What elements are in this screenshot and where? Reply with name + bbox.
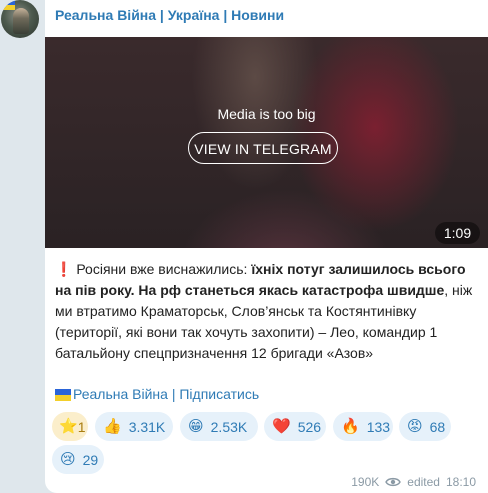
ukraine-flag-icon — [55, 389, 71, 401]
reaction-grin[interactable]: 😁 2.53K — [180, 412, 258, 441]
message-time: 18:10 — [445, 475, 476, 489]
thumbs-up-icon: 👍 — [103, 418, 122, 435]
edited-label: edited — [407, 475, 440, 489]
views-count: 190K — [351, 475, 380, 489]
reaction-crying[interactable]: 😢 29 — [52, 445, 104, 474]
reaction-count: 3.31K — [128, 418, 166, 435]
video-preview[interactable]: Media is too big VIEW IN TELEGRAM 1:09 — [45, 37, 488, 248]
subscribe-link-label: Реальна Війна | Підписатись — [73, 386, 260, 402]
crying-icon: 😢 — [60, 451, 76, 468]
reaction-count: 133 — [366, 418, 391, 435]
reaction-count: 29 — [82, 451, 99, 468]
channel-name[interactable]: Реальна Війна | Україна | Новини — [55, 7, 284, 23]
media-too-big-label: Media is too big — [217, 106, 316, 122]
reaction-count: 526 — [297, 418, 322, 435]
message-meta: 190K edited 18:10 — [351, 475, 476, 489]
subscribe-link[interactable]: Реальна Війна | Підписатись — [55, 386, 259, 402]
reaction-fire[interactable]: 🔥 133 — [333, 412, 393, 441]
eye-icon — [385, 477, 402, 487]
post-text-part-1: Росіяни вже виснажились: — [76, 261, 252, 277]
reaction-count: 1 — [77, 418, 86, 435]
grin-icon: 😁 — [188, 418, 204, 435]
fire-icon: 🔥 — [341, 418, 360, 435]
reaction-count: 68 — [429, 418, 446, 435]
angry-icon: 😡 — [407, 418, 423, 435]
view-in-telegram-button[interactable]: VIEW IN TELEGRAM — [188, 132, 338, 164]
exclamation-icon: ❗ — [55, 261, 73, 277]
reaction-heart[interactable]: ❤️ 526 — [264, 412, 326, 441]
reaction-thumbs-up[interactable]: 👍 3.31K — [95, 412, 173, 441]
reaction-count: 2.53K — [210, 418, 248, 435]
channel-avatar[interactable] — [1, 0, 39, 38]
soldier-figure — [13, 8, 29, 34]
ukraine-flag-icon — [1, 0, 15, 10]
star-icon: ⭐ — [59, 418, 78, 435]
heart-icon: ❤️ — [272, 418, 291, 435]
reaction-star[interactable]: ⭐ 1 — [52, 412, 88, 441]
post-text: ❗ Росіяни вже виснажились: їхніх потуг з… — [55, 259, 475, 364]
reaction-angry[interactable]: 😡 68 — [399, 412, 451, 441]
video-duration-badge: 1:09 — [435, 222, 480, 244]
